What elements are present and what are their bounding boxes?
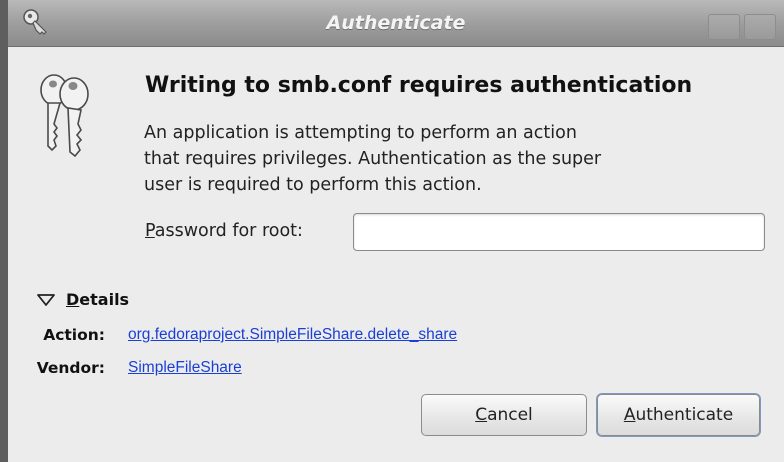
action-row: Action: org.fedoraproject.SimpleFileShar… [8,326,784,348]
keys-icon [40,74,89,158]
details-expander[interactable]: Details [36,290,129,309]
vendor-row: Vendor: SimpleFileShare [8,359,784,381]
action-link[interactable]: org.fedoraproject.SimpleFileShare.delete… [128,326,457,344]
password-field[interactable] [353,213,765,251]
close-button[interactable] [744,14,776,40]
action-label: Action: [43,326,105,344]
dialog-heading: Writing to smb.conf requires authenticat… [145,73,693,98]
title-bar[interactable]: Authenticate [8,0,784,47]
authenticate-dialog: Authenticate Writing to smb.conf require… [8,0,784,462]
details-label: Details [66,290,130,309]
minimize-button[interactable] [708,14,740,40]
dialog-description: An application is attempting to perform … [144,123,602,195]
authenticate-button[interactable]: Authenticate [597,394,760,436]
vendor-link[interactable]: SimpleFileShare [128,359,242,377]
password-label: Password for root: [145,221,303,241]
triangle-down-icon [37,293,55,306]
window-title: Authenticate [326,12,466,34]
cancel-button[interactable]: Cancel [421,394,587,436]
vendor-label: Vendor: [36,359,105,377]
